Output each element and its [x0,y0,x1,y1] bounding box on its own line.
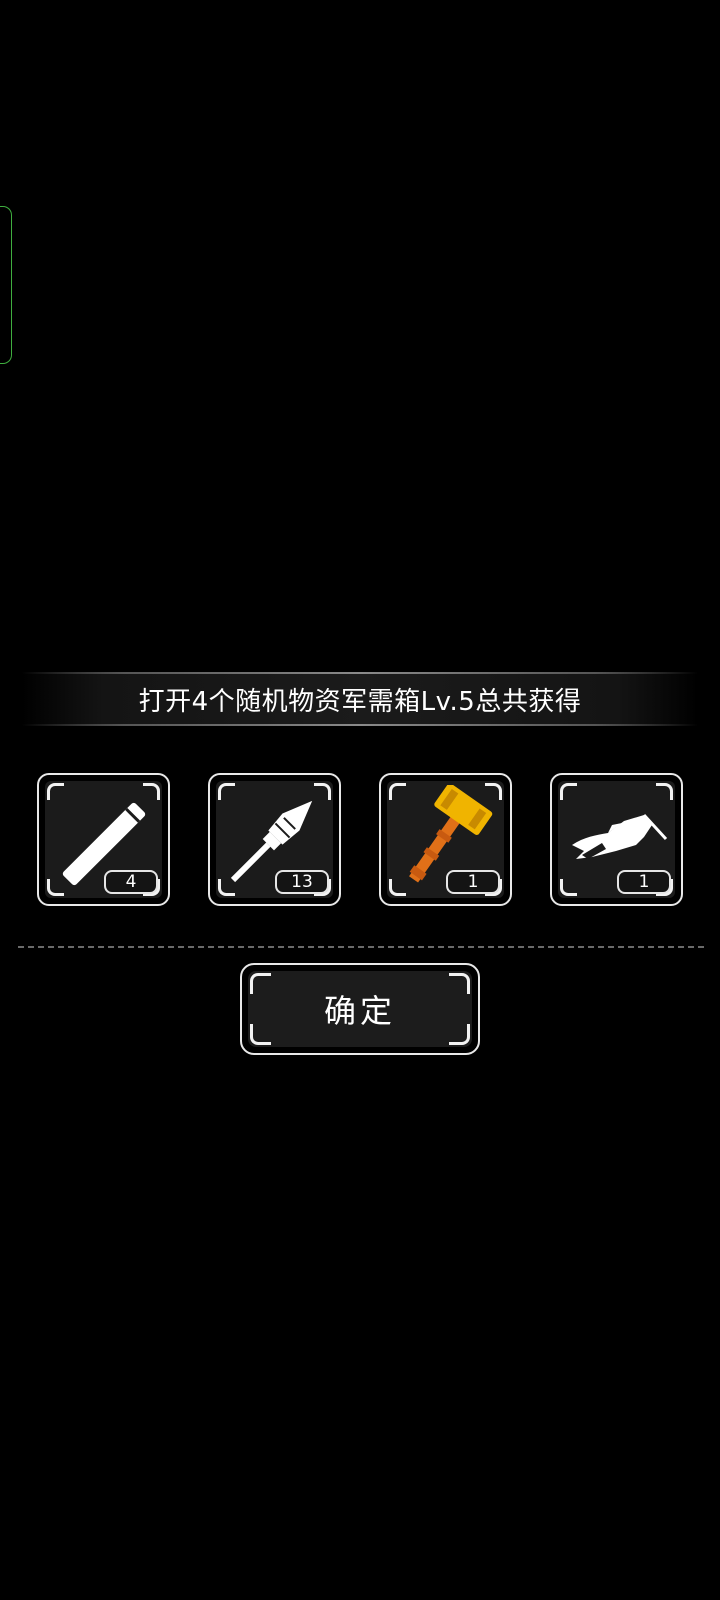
confirm-button-label: 确定 [323,992,396,1030]
reward-item-slot[interactable]: 1 [379,773,512,906]
reward-items-row: 4 13 1 1 [37,773,683,906]
item-count-badge: 1 [446,870,500,894]
confirm-button[interactable]: 确定 [240,963,480,1055]
item-count-badge: 4 [104,870,158,894]
reward-title-banner: 打开4个随机物资军需箱Lv.5总共获得 [22,672,698,726]
reward-item-slot[interactable]: 13 [208,773,341,906]
reward-title: 打开4个随机物资军需箱Lv.5总共获得 [138,686,582,717]
item-count-badge: 13 [275,870,329,894]
side-drawer-handle[interactable] [0,206,12,364]
dashed-divider [18,946,704,948]
item-count-badge: 1 [617,870,671,894]
reward-item-slot[interactable]: 1 [550,773,683,906]
reward-item-slot[interactable]: 4 [37,773,170,906]
reward-screen: 打开4个随机物资军需箱Lv.5总共获得 4 13 1 1 确定 [0,0,720,1600]
